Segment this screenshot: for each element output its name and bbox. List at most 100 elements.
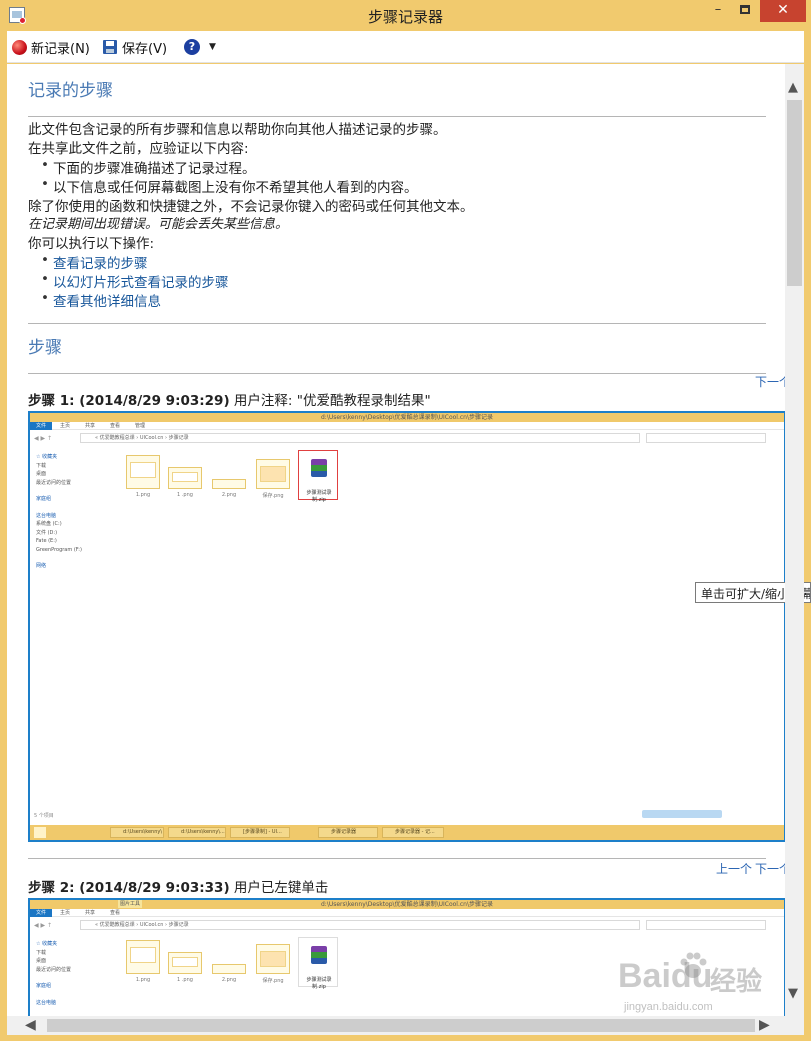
error-note: 在记录期间出现错误。可能会丢失某些信息。 <box>28 217 289 232</box>
paw-icon <box>680 952 707 978</box>
divider <box>28 858 766 859</box>
file-thumbnail <box>168 467 202 489</box>
intro-text-3: 除了你使用的函数和快捷键之外，不会记录你键入的密码或任何其他文本。 <box>28 199 474 215</box>
baidu-watermark: Baidu 经验 jingyan.baidu.com <box>618 951 774 1017</box>
maximize-icon <box>740 5 750 14</box>
sidebar-item: 最近访问的位置 <box>36 966 72 973</box>
step2-label: 步骤 2: (2014/8/29 9:03:33) <box>28 880 230 896</box>
ribbon-file-tab: 文件 <box>30 909 52 917</box>
toolbar: 新记录(N) 保存(V) ? ▼ <box>7 31 804 63</box>
ribbon-tab: 查看 <box>110 423 121 429</box>
scroll-down-icon[interactable]: ▼ <box>788 986 798 1001</box>
scroll-thumb[interactable] <box>47 1019 755 1032</box>
nav-arrows-icon: ◀ ▶ ↑ <box>34 435 53 442</box>
step2-next-link[interactable]: 下一个 <box>755 860 785 877</box>
taskbar: d:\Users\kenny\ d:\Users\kenny\... [步骤录制… <box>30 825 784 840</box>
ribbon-tab: 查看 <box>110 910 121 916</box>
link-details[interactable]: 查看其他详细信息 <box>41 290 161 310</box>
sidebar-item: GreenProgram (F:) <box>36 546 82 553</box>
vertical-scrollbar[interactable]: ▲ ▼ <box>785 64 804 1016</box>
ribbon-tab: 主页 <box>60 910 71 916</box>
ribbon-context-tab: 图片工具 <box>118 900 143 908</box>
save-button[interactable]: 保存(V) <box>103 38 168 57</box>
explorer-address-bar: « 优爱酷教程总课 › UICool.cn › 步骤记录 <box>80 433 640 443</box>
ribbon-tab: 主页 <box>60 423 71 429</box>
sidebar-pc: 这台电脑 <box>36 999 57 1006</box>
sidebar-item: 桌面 <box>36 958 47 964</box>
file-thumbnail <box>212 964 246 974</box>
link-view-steps[interactable]: 查看记录的步骤 <box>41 252 147 272</box>
sidebar-item: 下载 <box>36 462 47 469</box>
step1-next-link[interactable]: 下一个 <box>755 373 785 390</box>
explorer-title: d:\Users\kenny\Desktop\优爱酷总课录制\UICool.cn… <box>30 900 784 909</box>
taskbar-item: d:\Users\kenny\... <box>168 827 226 838</box>
explorer-title: d:\Users\kenny\Desktop\优爱酷总课录制\UICool.cn… <box>30 413 784 422</box>
help-button[interactable]: ? ▼ <box>184 38 216 56</box>
file-name: 保存.png <box>262 978 284 984</box>
taskbar-item: d:\Users\kenny\ <box>110 827 164 838</box>
save-icon <box>103 40 117 54</box>
step1-label: 步骤 1: (2014/8/29 9:03:29) <box>28 393 230 409</box>
step1-screenshot[interactable]: d:\Users\kenny\Desktop\优爱酷总课录制\UICool.cn… <box>28 411 785 842</box>
rar-file-selected: 步骤测试录制.zip <box>298 450 338 503</box>
nav-arrows-icon: ◀ ▶ ↑ <box>34 922 53 929</box>
start-icon <box>34 827 46 838</box>
check-item-1: 下面的步骤准确描述了记录过程。 <box>41 157 255 177</box>
sidebar-network: 网络 <box>36 563 47 569</box>
winrar-icon <box>311 946 327 964</box>
steps-heading: 步骤 <box>28 338 62 358</box>
minimize-button[interactable]: – <box>706 0 730 22</box>
horizontal-scrollbar[interactable]: ◀ ▶ <box>7 1016 785 1035</box>
new-record-label: 新记录(N) <box>31 41 90 57</box>
scroll-left-icon[interactable]: ◀ <box>25 1017 36 1033</box>
file-name: 1 .png <box>177 977 193 983</box>
file-thumbnail <box>126 940 160 974</box>
file-name: 保存.png <box>262 493 284 499</box>
explorer-ribbon: 文件 主页 共享 查看 管理 <box>30 422 784 430</box>
intro-text-1: 此文件包含记录的所有步骤和信息以帮助你向其他人描述记录的步骤。 <box>28 122 447 138</box>
scroll-up-icon[interactable]: ▲ <box>788 80 798 95</box>
intro-text-2: 在共享此文件之前，应验证以下内容: <box>28 141 249 157</box>
sidebar-item: 系统盘 (C:) <box>36 521 62 527</box>
file-thumbnail <box>126 455 160 489</box>
title-bar[interactable]: 步骤记录器 – ✕ <box>0 0 811 30</box>
step2-description: 用户已左键单击 <box>233 880 329 896</box>
help-icon: ? <box>184 39 200 55</box>
close-button[interactable]: ✕ <box>760 0 806 22</box>
explorer-status: 5 个项目 <box>34 813 54 819</box>
scroll-right-icon[interactable]: ▶ <box>759 1017 770 1033</box>
file-thumbnail <box>256 459 290 489</box>
scroll-thumb[interactable] <box>787 100 802 286</box>
ribbon-tab: 共享 <box>85 910 96 916</box>
file-thumbnail <box>168 952 202 974</box>
scroll-corner <box>785 1016 804 1035</box>
link-slideshow[interactable]: 以幻灯片形式查看记录的步骤 <box>41 271 228 291</box>
step1-description: 用户注释: "优爱酷教程录制结果" <box>233 393 431 409</box>
taskbar-item: 步骤记录器 - 记... <box>382 827 444 838</box>
explorer-address-bar: « 优爱酷教程总课 › UICool.cn › 步骤记录 <box>80 920 640 930</box>
watermark-url: jingyan.baidu.com <box>624 1001 713 1013</box>
rar-file-name: 步骤测试录制.zip <box>306 490 332 503</box>
chevron-down-icon[interactable]: ▼ <box>209 42 216 52</box>
window-title: 步骤记录器 <box>367 8 443 26</box>
rar-file: 步骤测试录制.zip <box>298 937 338 990</box>
file-name: 2.png <box>221 977 237 983</box>
explorer-ribbon: 文件 主页 共享 查看 图片工具 <box>30 900 784 917</box>
save-label: 保存(V) <box>122 41 168 57</box>
document-view[interactable]: 记录的步骤 此文件包含记录的所有步骤和信息以帮助你向其他人描述记录的步骤。 在共… <box>7 64 785 1016</box>
sidebar-item: Fate (E:) <box>36 538 57 544</box>
new-record-button[interactable]: 新记录(N) <box>12 38 90 57</box>
ribbon-file-tab: 文件 <box>30 422 52 430</box>
sidebar-homegroup: 家庭组 <box>36 983 52 989</box>
divider <box>28 116 766 117</box>
step2-prev-link[interactable]: 上一个 <box>716 860 752 877</box>
ribbon-tab: 共享 <box>85 423 96 429</box>
sidebar-pc: 这台电脑 <box>36 512 57 519</box>
maximize-button[interactable] <box>733 0 757 22</box>
file-thumbnail <box>256 944 290 974</box>
explorer-sidebar: ☆ 收藏夹 下载 桌面 最近访问的位置 家庭组 这台电脑 系统盘 (C:) 文件… <box>36 453 114 571</box>
steps-recorder-window: 步骤记录器 – ✕ 新记录(N) 保存(V) ? ▼ 记录的步骤 此文件包含记录… <box>0 0 811 1041</box>
record-icon <box>12 39 27 55</box>
step1-header: 步骤 1: (2014/8/29 9:03:29) 用户注释: "优爱酷教程录制… <box>28 389 431 409</box>
actions-label: 你可以执行以下操作: <box>28 236 155 252</box>
